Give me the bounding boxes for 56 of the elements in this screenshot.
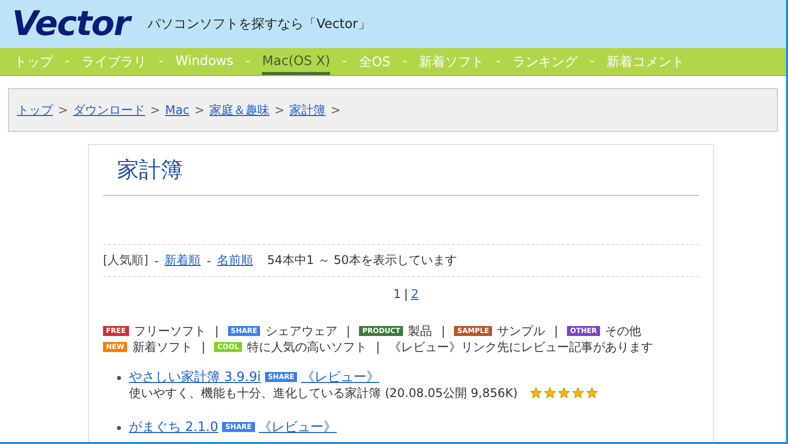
breadcrumb-separator: > (150, 103, 160, 117)
breadcrumb-link[interactable]: Mac (165, 103, 190, 117)
legend-label: シェアウェア (265, 322, 338, 340)
sort-option[interactable]: [人気順] (103, 252, 148, 269)
nav-separator: - (65, 54, 70, 69)
sort-separator: - (206, 254, 212, 268)
legend-separator: | (201, 340, 206, 354)
breadcrumb-separator: > (274, 103, 285, 117)
nav-separator: - (158, 54, 164, 69)
breadcrumb-link[interactable]: 家庭＆趣味 (210, 102, 270, 118)
star-icon (586, 387, 598, 399)
breadcrumb-link[interactable]: 家計簿 (290, 102, 326, 118)
breadcrumb-separator: > (58, 103, 68, 117)
legend-label: 特に人気の高いソフト (246, 338, 367, 356)
result-count: 54本中1 ～ 50本を表示しています (267, 252, 457, 269)
legend-label: 《レビュー》リンク先にレビュー記事があります (388, 338, 653, 356)
legend-label: 製品 (408, 322, 432, 340)
nav-tab[interactable]: Mac(OS X) (262, 51, 330, 75)
breadcrumb-separator: > (194, 103, 204, 117)
review-link[interactable]: 《レビュー》 (301, 368, 380, 386)
legend-label: その他 (604, 322, 641, 340)
legend-label: サンプル (497, 322, 546, 340)
nav-separator: - (402, 54, 408, 69)
nav-separator: - (245, 54, 250, 69)
software-title-link[interactable]: やさしい家計簿 3.9.9i (129, 368, 261, 386)
page-link[interactable]: 1 (393, 287, 401, 301)
star-icon (530, 387, 542, 399)
nav-separator: - (342, 54, 347, 69)
legend-separator: | (214, 324, 219, 338)
review-link[interactable]: 《レビュー》 (258, 418, 337, 436)
page-title: 家計簿 (103, 155, 699, 196)
legend-label: 新着ソフト (132, 338, 192, 356)
legend-separator: | (376, 340, 380, 354)
star-icon (558, 387, 570, 399)
page-link[interactable]: 2 (411, 287, 419, 301)
breadcrumb-separator: > (330, 103, 341, 117)
software-description: 使いやすく、機能も十分、進化している家計簿 (20.08.05公開 9,856K) (129, 384, 518, 402)
sort-option[interactable]: 新着順 (164, 252, 201, 269)
legend-separator: | (554, 324, 558, 338)
sort-separator: - (154, 254, 159, 268)
software-title-link[interactable]: がまぐち 2.1.0 (129, 418, 218, 436)
nav-separator: - (590, 54, 594, 69)
pager-separator: | (404, 287, 408, 301)
legend-label: フリーソフト (134, 322, 206, 340)
bullet-icon (117, 376, 121, 380)
breadcrumb-link[interactable]: トップ (17, 102, 53, 118)
star-icon (572, 387, 584, 399)
vector-logo[interactable]: Vector (12, 4, 130, 44)
nav-separator: - (496, 54, 501, 69)
bullet-icon (117, 426, 121, 430)
sort-option[interactable]: 名前順 (217, 252, 254, 269)
breadcrumb-link[interactable]: ダウンロード (73, 102, 146, 118)
legend-separator: | (346, 324, 350, 338)
legend-separator: | (441, 324, 446, 338)
star-icon (544, 387, 556, 399)
tagline: パソコンソフトを探すなら「Vector」 (147, 16, 371, 33)
